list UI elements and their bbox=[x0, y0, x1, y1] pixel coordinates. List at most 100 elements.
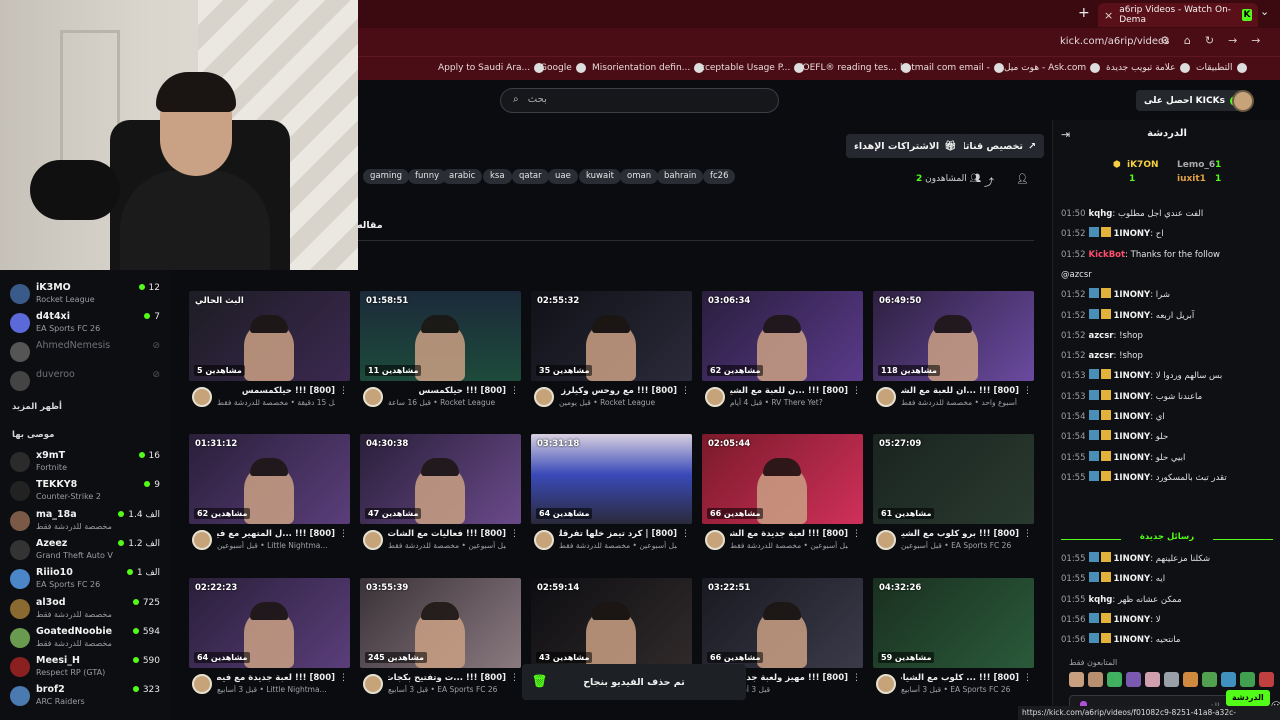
video-thumbnail[interactable]: 06:49:50 118 مشاهدين bbox=[873, 291, 1034, 381]
new-tab-button[interactable]: + bbox=[1078, 5, 1090, 21]
avatar[interactable] bbox=[192, 387, 212, 407]
video-card[interactable]: 01:58:51 11 مشاهدين [800] !!! حيلكمسس قبل 1… bbox=[360, 291, 521, 419]
sidebar-channel[interactable]: brof2 ARC Raiders 323 bbox=[10, 682, 162, 710]
reload-icon[interactable]: ↻ bbox=[1205, 34, 1214, 47]
avatar[interactable] bbox=[363, 387, 383, 407]
sidebar-channel[interactable]: al3od مخصصة للدردشة فقط 725 bbox=[10, 595, 162, 623]
avatar[interactable] bbox=[192, 674, 212, 694]
sidebar-channel[interactable]: GoatedNoobie مخصصة للدردشة فقط 594 bbox=[10, 624, 162, 652]
bookmark-item[interactable]: hotmail com email - bbox=[900, 63, 1004, 73]
more-options-icon[interactable]: ⋮ bbox=[852, 529, 861, 539]
more-options-icon[interactable]: ⋮ bbox=[852, 386, 861, 396]
video-thumbnail[interactable]: 01:31:12 62 مشاهدين bbox=[189, 434, 350, 524]
more-options-icon[interactable]: ⋮ bbox=[339, 529, 348, 539]
more-options-icon[interactable]: ⋮ bbox=[1023, 529, 1032, 539]
video-title[interactable]: [800] !!! ...ان للعبة مع الشياب bbox=[901, 386, 1019, 396]
message-username[interactable]: 1INONY bbox=[1114, 229, 1151, 239]
avatar[interactable] bbox=[876, 387, 896, 407]
avatar[interactable] bbox=[192, 530, 212, 550]
emote-icon[interactable] bbox=[1221, 672, 1236, 687]
avatar[interactable] bbox=[705, 530, 725, 550]
message-username[interactable]: 1INONY bbox=[1114, 392, 1151, 402]
more-options-icon[interactable]: ⋮ bbox=[339, 673, 348, 683]
more-options-icon[interactable]: ⋮ bbox=[681, 529, 690, 539]
video-title[interactable]: [800] !!! فعاليات مع الشات bbox=[388, 529, 506, 539]
chat-send-button[interactable]: الدردشة bbox=[1226, 690, 1270, 706]
emote-icon[interactable] bbox=[1202, 672, 1217, 687]
tag-chip[interactable]: funny bbox=[408, 169, 447, 184]
sidebar-channel[interactable]: TEKKY8 Counter-Strike 2 9 bbox=[10, 477, 162, 505]
tag-chip[interactable]: ksa bbox=[483, 169, 512, 184]
tab-about[interactable]: مقاله bbox=[357, 220, 383, 231]
video-title[interactable]: [800] !!! ... كلوب مع الشياب bbox=[901, 673, 1019, 683]
tab-search-icon[interactable]: ⌄ bbox=[1260, 5, 1269, 18]
avatar[interactable] bbox=[534, 387, 554, 407]
emote-icon[interactable] bbox=[1126, 672, 1141, 687]
gifter-name[interactable]: iK7ON bbox=[1127, 160, 1159, 170]
bookmark-item[interactable]: Acceptable Usage P... bbox=[694, 63, 805, 73]
forward-icon[interactable]: → bbox=[1228, 34, 1237, 47]
bookmark-item[interactable]: هوت ميل - Ask.com bbox=[1004, 63, 1101, 73]
message-username[interactable]: 1INONY bbox=[1114, 635, 1151, 645]
message-username[interactable]: 1INONY bbox=[1114, 453, 1151, 463]
message-username[interactable]: 1INONY bbox=[1114, 432, 1151, 442]
more-options-icon[interactable]: ⋮ bbox=[1023, 673, 1032, 683]
user-avatar[interactable] bbox=[1232, 90, 1254, 112]
sidebar-channel[interactable]: d4t4xi EA Sports FC 26 7 bbox=[10, 309, 162, 337]
tag-chip[interactable]: oman bbox=[620, 169, 659, 184]
video-title[interactable]: [800] !!! ...ل المتهير مع فيصل bbox=[217, 529, 335, 539]
more-options-icon[interactable]: ⋮ bbox=[510, 386, 519, 396]
more-options-icon[interactable]: ⋮ bbox=[510, 673, 519, 683]
sidebar-channel[interactable]: ma_18a مخصصة للدردشة فقط 1.4 الف bbox=[10, 507, 162, 535]
message-username[interactable]: kqhg bbox=[1089, 595, 1113, 605]
share-icon[interactable]: ⤴ bbox=[984, 174, 994, 189]
message-username[interactable]: 1INONY bbox=[1114, 554, 1151, 564]
bookmark-item[interactable]: TOEFL® reading tes... bbox=[797, 63, 911, 73]
video-title[interactable]: [800] !!! لعبة جديدة مع الشياب bbox=[730, 529, 848, 539]
more-options-icon[interactable]: ⋮ bbox=[339, 386, 348, 396]
back-icon[interactable]: → bbox=[1251, 34, 1260, 47]
avatar[interactable] bbox=[534, 530, 554, 550]
video-card[interactable]: 04:32:26 59 مشاهدين [800] !!! ... كلوب مع … bbox=[873, 578, 1034, 706]
close-tab-icon[interactable]: × bbox=[1104, 9, 1113, 22]
message-username[interactable]: KickBot bbox=[1089, 250, 1126, 260]
home-icon[interactable]: ⌂ bbox=[1184, 34, 1191, 47]
video-card[interactable]: 01:31:12 62 مشاهدين [800] !!! ...ل المتهير… bbox=[189, 434, 350, 562]
video-thumbnail[interactable]: 02:55:32 35 مشاهدين bbox=[531, 291, 692, 381]
video-card[interactable]: 03:06:34 62 مشاهدين [800] !!! ...ن للعبة م… bbox=[702, 291, 863, 419]
video-thumbnail[interactable]: 03:22:51 66 مشاهدين bbox=[702, 578, 863, 668]
more-options-icon[interactable]: ⋮ bbox=[1023, 386, 1032, 396]
video-card[interactable]: 02:05:44 66 مشاهدين [800] !!! لعبة جديدة م… bbox=[702, 434, 863, 562]
sidebar-channel[interactable]: Riiio10 EA Sports FC 26 1 الف bbox=[10, 565, 162, 593]
video-title[interactable]: [800] !!! حيلكمسمس bbox=[217, 386, 335, 396]
emote-icon[interactable] bbox=[1069, 672, 1084, 687]
sidebar-channel[interactable]: iK3MO Rocket League 12 bbox=[10, 280, 162, 308]
video-card[interactable]: 04:30:38 47 مشاهدين [800] !!! فعاليات مع ا… bbox=[360, 434, 521, 562]
emote-icon[interactable] bbox=[1259, 672, 1274, 687]
emote-icon[interactable] bbox=[1107, 672, 1122, 687]
emote-icon[interactable] bbox=[1240, 672, 1255, 687]
video-card[interactable]: 02:22:23 64 مشاهدين [800] !!! لعبة جديدة م… bbox=[189, 578, 350, 706]
video-title[interactable]: [800] !!! مهيز ولعبة جديدة bbox=[730, 673, 848, 683]
video-thumbnail[interactable]: البث الحالي 5 مشاهدين bbox=[189, 291, 350, 381]
video-thumbnail[interactable]: 02:59:14 43 مشاهدين bbox=[531, 578, 692, 668]
message-username[interactable]: 1INONY bbox=[1114, 371, 1151, 381]
bookmark-item[interactable]: Google bbox=[540, 63, 586, 73]
video-card[interactable]: 03:55:39 245 مشاهدين [800] !!! ...ت وتفتيح… bbox=[360, 578, 521, 706]
site-settings-icon[interactable]: ⚙ bbox=[1160, 34, 1170, 47]
video-title[interactable]: [800] !!! حيلكمسس bbox=[388, 386, 506, 396]
more-options-icon[interactable]: ⋮ bbox=[852, 673, 861, 683]
emote-icon[interactable] bbox=[1145, 672, 1160, 687]
gifter-name[interactable]: iuxit1 bbox=[1177, 174, 1206, 184]
sidebar-channel[interactable]: Meesi_H Respect RP (GTA) 590 bbox=[10, 653, 162, 681]
sidebar-channel[interactable]: duveroo ⊘ bbox=[10, 367, 162, 395]
show-more-link[interactable]: أظهر المزيد bbox=[12, 402, 62, 412]
bookmark-item[interactable]: علامة تبويب جديدة bbox=[1106, 63, 1190, 73]
video-thumbnail[interactable]: 04:30:38 47 مشاهدين bbox=[360, 434, 521, 524]
video-title[interactable]: [800] !!! مع روحس وكيلرز bbox=[559, 386, 677, 396]
bookmark-item[interactable]: Misorientation defin... bbox=[592, 63, 705, 73]
message-username[interactable]: kqhg bbox=[1089, 209, 1113, 219]
search-input[interactable]: ⌕ بحث bbox=[500, 88, 779, 113]
emote-icon[interactable] bbox=[1088, 672, 1103, 687]
message-username[interactable]: 1INONY bbox=[1114, 473, 1151, 483]
